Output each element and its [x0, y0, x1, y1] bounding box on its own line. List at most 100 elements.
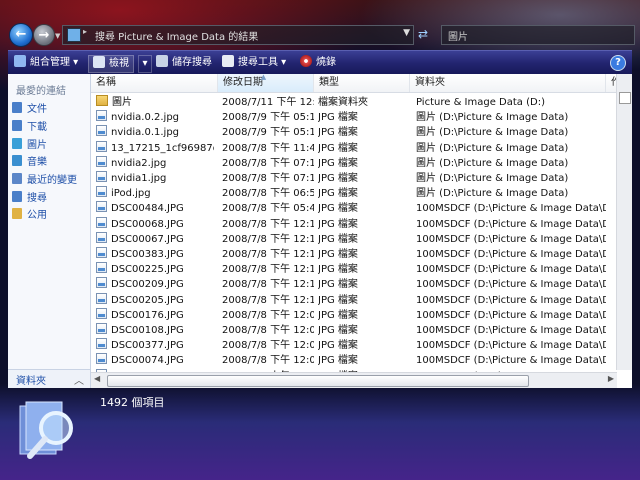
file-name: DSC00377.JPG — [96, 338, 214, 353]
file-date: 2008/7/8 下午 05:49 — [222, 203, 314, 215]
file-row[interactable]: DSC00225.JPG 2008/7/8 下午 12:13 JPG 檔案 100MS… — [91, 262, 611, 277]
address-bar[interactable]: ▸ 搜尋 Picture & Image Data 的結果 ▼ — [62, 25, 414, 45]
file-row[interactable]: DSC00074.JPG 2008/7/8 下午 12:05 JPG 檔案 100MS… — [91, 353, 611, 368]
file-type: JPG 檔案 — [318, 279, 358, 291]
explorer-content: 最愛的連結 文件 下載 圖片 音樂 最近的變更 搜尋 公用 資料夾 ︿ 名稱 ▲… — [8, 74, 632, 388]
sidebar-item-searches[interactable]: 搜尋 — [12, 191, 47, 207]
file-row[interactable]: nvidia.0.1.jpg 2008/7/9 下午 05:17 JPG 檔案 圖片 … — [91, 125, 611, 140]
sidebar-item-music[interactable]: 音樂 — [12, 155, 47, 171]
file-row[interactable]: 圖片 2008/7/11 下午 12:... 檔案資料夾 Picture & Imag… — [91, 95, 611, 110]
image-file-icon — [96, 186, 107, 198]
image-file-icon — [96, 262, 107, 274]
forward-button[interactable]: → — [33, 24, 55, 46]
file-folder: 100MSDCF (D:\Picture & Image Data\DCIM) — [416, 340, 606, 352]
file-row[interactable]: DSC00176.JPG 2008/7/8 下午 12:09 JPG 檔案 100MS… — [91, 307, 611, 323]
sidebar-item-documents[interactable]: 文件 — [12, 102, 47, 118]
save-icon — [156, 55, 168, 67]
burn-button[interactable]: 燒錄 — [300, 55, 336, 71]
file-folder: 100MSDCF (D:\Picture & Image Data\DCIM) — [416, 294, 606, 306]
organize-button[interactable]: 組合管理 ▾ — [14, 55, 78, 71]
recent-pages-icon[interactable]: ▼ — [55, 32, 61, 40]
file-date: 2008/7/8 下午 12:14 — [222, 249, 314, 260]
file-folder: 圖片 (D:\Picture & Image Data) — [416, 157, 569, 169]
file-date: 2008/7/8 下午 12:13 — [222, 294, 314, 306]
breadcrumb-chevron-icon[interactable]: ▸ — [83, 27, 87, 36]
file-name: iPod.jpg — [96, 186, 214, 201]
file-row[interactable]: DSC00108.JPG 2008/7/8 下午 12:07 JPG 檔案 100MS… — [91, 323, 611, 338]
file-name: DSC00068.JPG — [96, 216, 214, 232]
file-name: DSC00074.JPG — [96, 353, 214, 368]
file-name: 圖片 — [96, 95, 214, 110]
column-header-date[interactable]: ▲ 修改日期 — [218, 74, 314, 92]
address-dropdown-icon[interactable]: ▼ — [403, 28, 410, 38]
image-file-icon — [96, 216, 107, 228]
horizontal-scrollbar[interactable]: ◀ ▶ — [91, 372, 617, 388]
file-type: JPG 檔案 — [318, 294, 358, 306]
file-folder: 100MSDCF (D:\Picture & Image Data\DCIM) — [416, 355, 606, 367]
file-row[interactable]: 13_17215_1cf96987d1e... 2008/7/8 下午 11:47… — [91, 140, 611, 156]
column-header-name[interactable]: 名稱 — [91, 74, 218, 92]
file-type: JPG 檔案 — [318, 325, 358, 336]
vertical-scrollbar[interactable] — [616, 74, 632, 370]
file-folder: 100MSDCF (D:\Picture & Image Data\DCIM) — [416, 309, 606, 321]
file-row[interactable]: DSC00068.JPG 2008/7/8 下午 12:17 JPG 檔案 100MS… — [91, 216, 611, 232]
navigation-pane: 最愛的連結 文件 下載 圖片 音樂 最近的變更 搜尋 公用 資料夾 ︿ — [8, 74, 91, 388]
back-button[interactable]: ← — [9, 23, 33, 47]
vertical-scroll-thumb[interactable] — [619, 92, 631, 104]
file-folder: 圖片 (D:\Picture & Image Data) — [416, 173, 569, 184]
sidebar-item-downloads[interactable]: 下載 — [12, 120, 47, 136]
views-button[interactable]: 檢視 — [88, 55, 134, 73]
item-count: 1492 個項目 — [100, 396, 165, 409]
sidebar-item-public[interactable]: 公用 — [12, 208, 47, 224]
file-type: JPG 檔案 — [318, 249, 358, 260]
file-date: 2008/7/8 下午 07:13 — [222, 157, 314, 169]
file-row[interactable]: nvidia.0.2.jpg 2008/7/9 下午 05:17 JPG 檔案 圖片 … — [91, 110, 611, 125]
file-folder: 100MSDCF (D:\Picture & Image Data\DCIM) — [416, 325, 606, 336]
help-icon[interactable]: ? — [610, 55, 626, 71]
save-search-button[interactable]: 儲存搜尋 — [156, 55, 212, 71]
file-row[interactable]: nvidia1.jpg 2008/7/8 下午 07:11 JPG 檔案 圖片 (D:… — [91, 171, 611, 186]
file-name: nvidia.0.2.jpg — [96, 110, 214, 125]
file-row[interactable]: DSC00383.JPG 2008/7/8 下午 12:14 JPG 檔案 100MS… — [91, 247, 611, 262]
column-header-type[interactable]: 類型 — [314, 74, 410, 92]
file-folder: 100MSDCF (D:\Picture & Image Data\DCIM) — [416, 218, 606, 230]
file-date: 2008/7/8 下午 07:11 — [222, 173, 314, 184]
organize-label: 組合管理 — [30, 57, 70, 68]
search-tools-icon — [222, 55, 234, 67]
file-row[interactable]: DSC00205.JPG 2008/7/8 下午 12:13 JPG 檔案 100MS… — [91, 292, 611, 308]
sidebar-item-pictures[interactable]: 圖片 — [12, 138, 47, 154]
file-folder: 100MSDCF (D:\Picture & Image Data\DCIM) — [416, 233, 606, 245]
search-input[interactable]: 圖片 — [441, 25, 635, 45]
file-row[interactable]: DSC00067.JPG 2008/7/8 下午 12:16 JPG 檔案 100MS… — [91, 231, 611, 247]
file-folder: 圖片 (D:\Picture & Image Data) — [416, 127, 569, 139]
scroll-right-icon[interactable]: ▶ — [608, 374, 614, 383]
burn-label: 燒錄 — [316, 57, 336, 68]
file-row[interactable]: iPod.jpg 2008/7/8 下午 06:57 JPG 檔案 圖片 (D:\Pi… — [91, 186, 611, 201]
image-file-icon — [96, 110, 107, 122]
file-row[interactable]: DSC00209.JPG 2008/7/8 下午 12:13 JPG 檔案 100MS… — [91, 277, 611, 292]
command-bar: 組合管理 ▾ 檢視 ▾ 儲存搜尋 搜尋工具 ▾ 燒錄 ? — [8, 50, 632, 75]
sidebar-item-recent[interactable]: 最近的變更 — [12, 173, 77, 189]
file-row[interactable]: DSC00377.JPG 2008/7/8 下午 12:06 JPG 檔案 100MS… — [91, 338, 611, 353]
file-folder: 100MSDCF (D:\Picture & Image Data\DCIM) — [416, 249, 606, 260]
file-row[interactable]: DSC00484.JPG 2008/7/8 下午 05:49 JPG 檔案 100MS… — [91, 201, 611, 216]
image-file-icon — [96, 323, 107, 334]
file-row[interactable]: nvidia2.jpg 2008/7/8 下午 07:13 JPG 檔案 圖片 (D:… — [91, 155, 611, 171]
file-type: 檔案資料夾 — [318, 97, 368, 108]
breadcrumb-current[interactable]: 搜尋 Picture & Image Data 的結果 — [95, 28, 258, 43]
chevron-up-icon: ︿ — [74, 376, 84, 387]
file-type: JPG 檔案 — [318, 218, 358, 230]
favorite-links-heading: 最愛的連結 — [16, 86, 66, 97]
horizontal-scroll-thumb[interactable] — [107, 375, 529, 387]
views-label: 檢視 — [109, 58, 129, 69]
search-tools-button[interactable]: 搜尋工具 ▾ — [222, 55, 286, 71]
refresh-icon[interactable]: ⇄ — [418, 27, 434, 43]
file-type: JPG 檔案 — [318, 127, 358, 139]
views-dropdown-button[interactable]: ▾ — [138, 55, 152, 73]
scroll-left-icon[interactable]: ◀ — [94, 374, 100, 383]
column-header-folder[interactable]: 資料夾 — [410, 74, 606, 92]
documents-icon — [12, 102, 22, 113]
file-type: JPG 檔案 — [318, 309, 358, 321]
folders-toggle[interactable]: 資料夾 ︿ — [8, 369, 90, 388]
downloads-icon — [12, 120, 22, 131]
